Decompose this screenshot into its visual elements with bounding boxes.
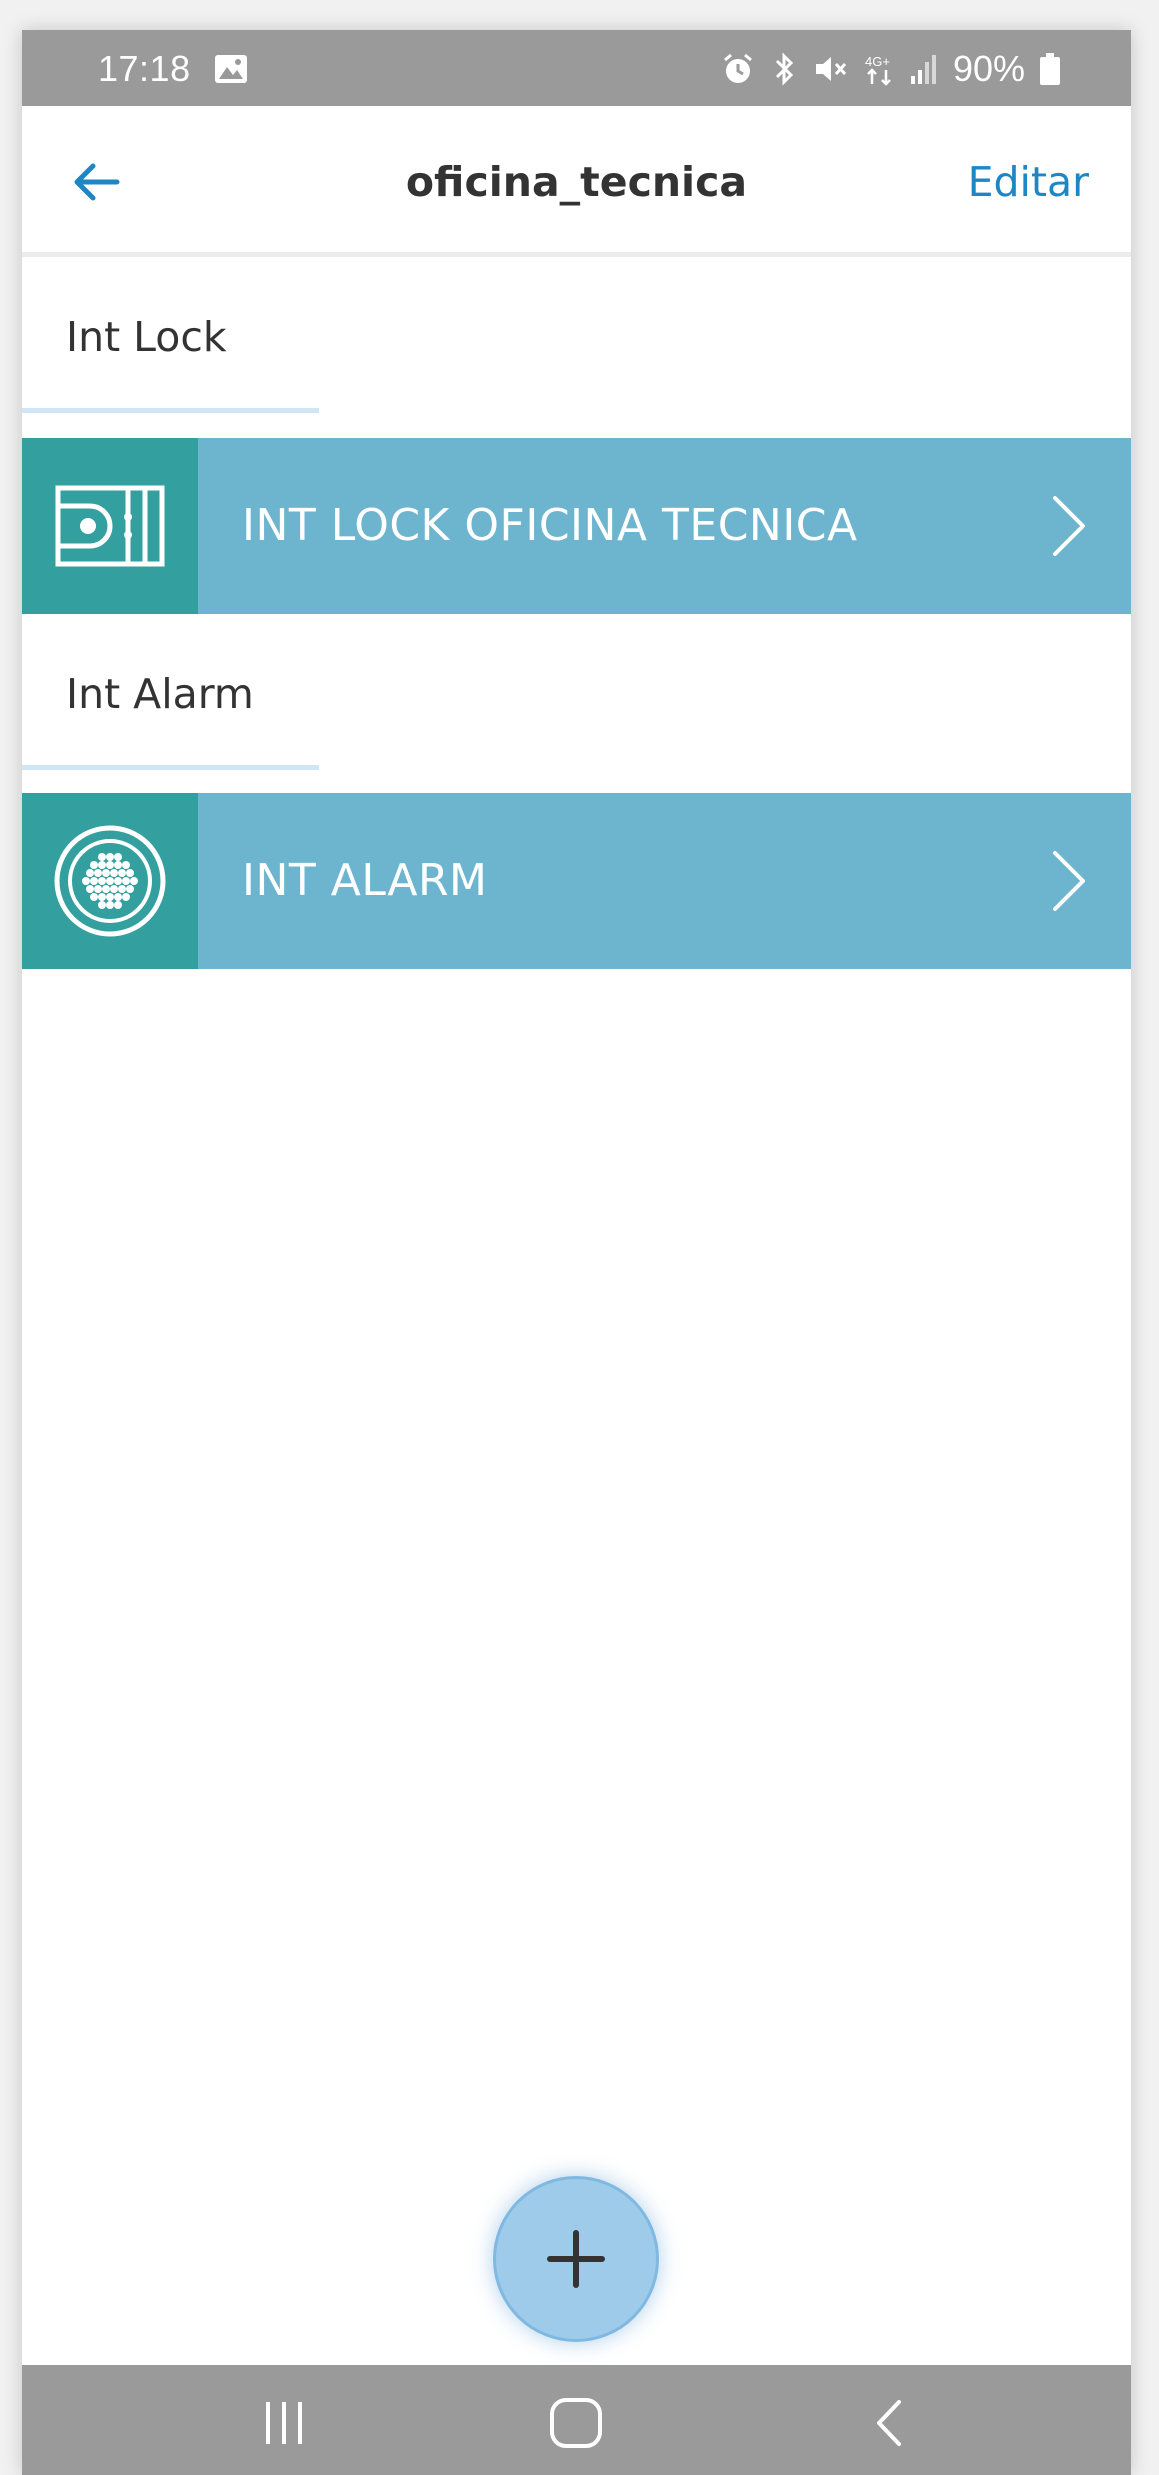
- status-icons: 4G+ 90%: [721, 48, 1061, 90]
- section-label: Int Lock: [66, 313, 227, 361]
- system-navigation-bar: [22, 2365, 1131, 2475]
- mute-icon: [815, 57, 847, 81]
- back-nav-button[interactable]: [853, 2395, 923, 2451]
- chevron-right-icon: [1053, 496, 1085, 556]
- device-row-int-alarm[interactable]: INT ALARM: [22, 793, 1131, 969]
- svg-text:4G+: 4G+: [865, 54, 890, 69]
- device-row-int-lock-oficina-tecnica[interactable]: INT LOCK OFICINA TECNICA: [22, 438, 1131, 614]
- battery-percentage: 90%: [952, 48, 1025, 89]
- page-title: oficina_tecnica: [405, 158, 748, 206]
- device-name: INT ALARM: [242, 855, 488, 906]
- mobile-data-icon: 4G+: [865, 54, 891, 86]
- recent-apps-icon: [266, 2402, 302, 2444]
- home-icon: [550, 2398, 602, 2448]
- device-name: INT LOCK OFICINA TECNICA: [242, 500, 858, 551]
- section-header-int-alarm: Int Alarm: [22, 614, 1131, 790]
- section-underline: [22, 408, 319, 413]
- signal-icon: [910, 55, 936, 84]
- device-icon-container: [22, 793, 198, 969]
- edit-button[interactable]: Editar: [968, 158, 1089, 206]
- device-icon-container: [22, 438, 198, 614]
- section-header-int-lock: Int Lock: [22, 257, 1131, 433]
- recent-apps-button[interactable]: [249, 2395, 319, 2451]
- phone-screen: 17:18 4G+ 90% oficina_tecnica Editar Int…: [22, 30, 1131, 2475]
- bluetooth-icon: [775, 52, 794, 86]
- gallery-notification-icon: [215, 55, 247, 83]
- status-time: 17:18: [98, 48, 191, 89]
- lock-device-icon: [55, 485, 165, 567]
- chevron-left-icon: [877, 2400, 901, 2446]
- status-bar: 17:18 4G+ 90%: [22, 30, 1131, 106]
- section-label: Int Alarm: [66, 670, 254, 718]
- alarm-speaker-icon: [54, 825, 166, 937]
- alarm-clock-icon: [723, 53, 752, 83]
- battery-icon: [1040, 53, 1060, 85]
- section-underline: [22, 765, 319, 770]
- app-header: oficina_tecnica Editar: [22, 106, 1131, 257]
- plus-icon: [547, 2230, 605, 2288]
- chevron-right-icon: [1053, 851, 1085, 911]
- add-device-button[interactable]: [493, 2176, 659, 2342]
- home-button[interactable]: [541, 2395, 611, 2451]
